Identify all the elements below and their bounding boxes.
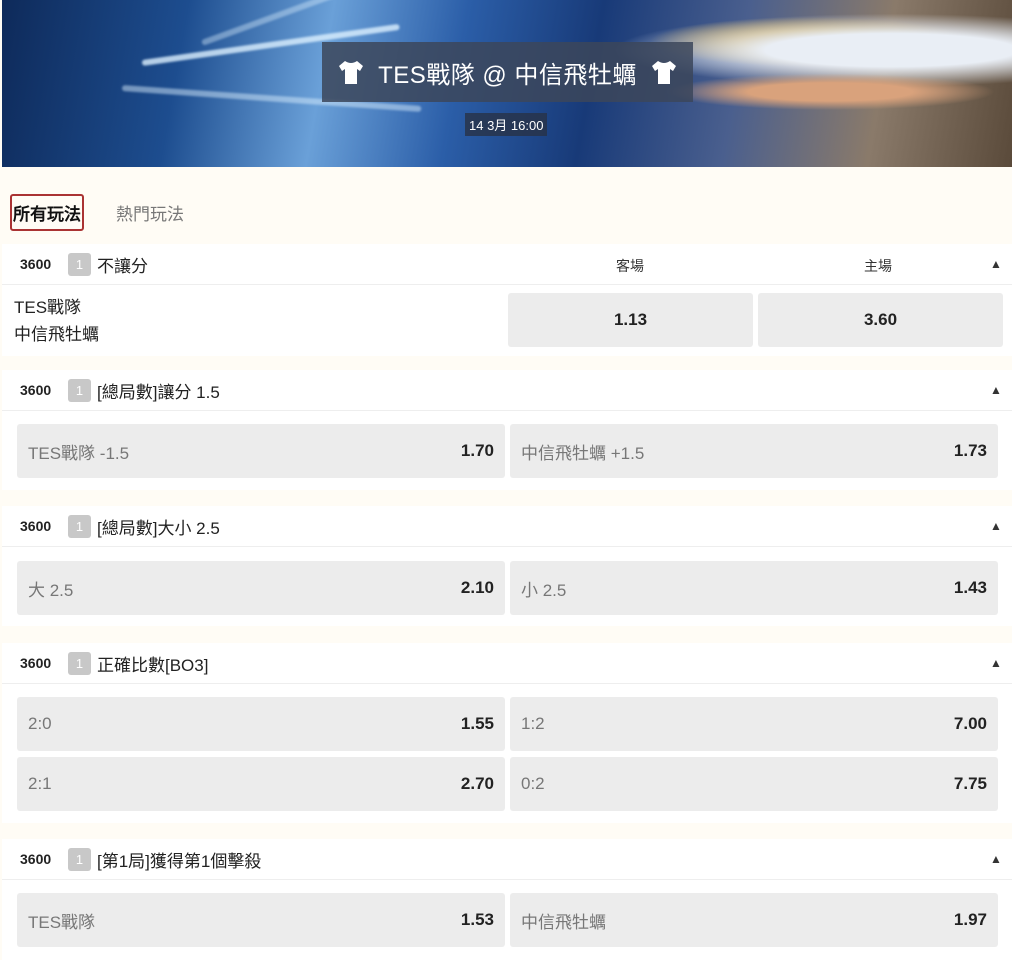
market-id: 3600 (20, 655, 52, 671)
market-header[interactable]: 3600 1 [總局數]讓分 1.5 ▲ (2, 370, 1012, 411)
market-num-badge: 1 (68, 378, 91, 402)
odds-button-away[interactable]: 1.13 (508, 293, 753, 347)
market-header[interactable]: 3600 1 正確比數[BO3] ▲ (2, 643, 1012, 684)
collapse-caret-icon[interactable]: ▲ (990, 852, 1002, 866)
odds-label: 中信飛牡蠣 (521, 912, 606, 932)
odds-button-right[interactable]: 中信飛牡蠣 +1.5 1.73 (510, 424, 998, 478)
odds-button-over[interactable]: 大 2.5 2.10 (17, 561, 505, 615)
collapse-caret-icon[interactable]: ▲ (990, 656, 1002, 670)
market-title: [總局數]大小 2.5 (97, 518, 220, 538)
odds-button-score-0-2[interactable]: 0:2 7.75 (510, 757, 998, 811)
odds-label: 大 2.5 (28, 580, 74, 600)
match-title-box: TES戰隊 @ 中信飛牡蠣 (322, 42, 693, 102)
market-num-badge: 1 (68, 252, 91, 276)
tab-popular-markets[interactable]: 熱門玩法 (114, 194, 186, 231)
column-away: 客場 (616, 258, 644, 274)
odds-value: 1.97 (953, 910, 987, 929)
collapse-caret-icon[interactable]: ▲ (990, 519, 1002, 533)
tab-all-markets[interactable]: 所有玩法 (10, 194, 84, 231)
odds-value: 1.43 (953, 578, 987, 597)
shirt-icon (652, 61, 676, 84)
team-home-name: 中信飛牡蠣 (14, 325, 99, 344)
odds-button-score-2-1[interactable]: 2:1 2.70 (17, 757, 505, 811)
market-moneyline: 3600 1 不讓分 客場 主場 ▲ TES戰隊 中信飛牡蠣 1.13 3.60 (2, 244, 1012, 356)
odds-label: 0:2 (521, 774, 545, 793)
odds-value: 1.53 (460, 910, 494, 929)
market-over-under: 3600 1 [總局數]大小 2.5 ▲ 大 2.5 2.10 小 2.5 1.… (2, 506, 1012, 626)
odds-button-right[interactable]: 中信飛牡蠣 1.97 (510, 893, 998, 947)
odds-button-score-2-0[interactable]: 2:0 1.55 (17, 697, 505, 751)
market-num-badge: 1 (68, 651, 91, 675)
market-header[interactable]: 3600 1 [第1局]獲得第1個擊殺 ▲ (2, 839, 1012, 880)
odds-value: 7.75 (953, 774, 987, 793)
market-title: [第1局]獲得第1個擊殺 (97, 851, 262, 871)
market-title: 正確比數[BO3] (97, 655, 209, 675)
odds-label: 2:0 (28, 714, 52, 733)
team-away-name: TES戰隊 (14, 298, 82, 317)
match-date: 14 3月 16:00 (465, 113, 548, 136)
market-id: 3600 (20, 518, 52, 534)
odds-button-left[interactable]: TES戰隊 -1.5 1.70 (17, 424, 505, 478)
market-title: 不讓分 (97, 256, 148, 276)
market-first-kill: 3600 1 [第1局]獲得第1個擊殺 ▲ TES戰隊 1.53 中信飛牡蠣 1… (2, 839, 1012, 960)
odds-value: 1.73 (953, 441, 987, 460)
collapse-caret-icon[interactable]: ▲ (990, 383, 1002, 397)
odds-value: 2.70 (460, 774, 494, 793)
odds-label: 中信飛牡蠣 +1.5 (521, 443, 645, 463)
market-id: 3600 (20, 382, 52, 398)
match-title: TES戰隊 @ 中信飛牡蠣 (378, 61, 637, 89)
odds-button-home[interactable]: 3.60 (758, 293, 1003, 347)
market-header[interactable]: 3600 1 [總局數]大小 2.5 ▲ (2, 506, 1012, 547)
market-handicap: 3600 1 [總局數]讓分 1.5 ▲ TES戰隊 -1.5 1.70 中信飛… (2, 370, 1012, 490)
market-num-badge: 1 (68, 847, 91, 871)
odds-value: 7.00 (953, 714, 987, 733)
shirt-icon (339, 61, 363, 84)
odds-label: 1:2 (521, 714, 545, 733)
odds-value: 1.13 (613, 310, 648, 329)
odds-value: 1.70 (460, 441, 494, 460)
market-title: [總局數]讓分 1.5 (97, 382, 220, 402)
odds-label: 小 2.5 (521, 580, 567, 600)
odds-label: 2:1 (28, 774, 52, 793)
odds-button-score-1-2[interactable]: 1:2 7.00 (510, 697, 998, 751)
market-correct-score: 3600 1 正確比數[BO3] ▲ 2:0 1.55 1:2 7.00 2:1… (2, 643, 1012, 823)
odds-value: 2.10 (460, 578, 494, 597)
odds-label: TES戰隊 (28, 912, 96, 932)
odds-label: TES戰隊 -1.5 (28, 443, 130, 463)
odds-value: 1.55 (460, 714, 494, 733)
odds-button-under[interactable]: 小 2.5 1.43 (510, 561, 998, 615)
market-id: 3600 (20, 256, 52, 272)
column-home: 主場 (864, 258, 892, 274)
odds-button-left[interactable]: TES戰隊 1.53 (17, 893, 505, 947)
team-names: TES戰隊 中信飛牡蠣 (14, 294, 99, 348)
bet-type-tabs: 所有玩法 熱門玩法 (10, 194, 186, 231)
odds-value: 3.60 (863, 310, 898, 329)
market-id: 3600 (20, 851, 52, 867)
collapse-caret-icon[interactable]: ▲ (990, 257, 1002, 271)
market-header[interactable]: 3600 1 不讓分 客場 主場 ▲ (2, 244, 1012, 285)
market-num-badge: 1 (68, 514, 91, 538)
